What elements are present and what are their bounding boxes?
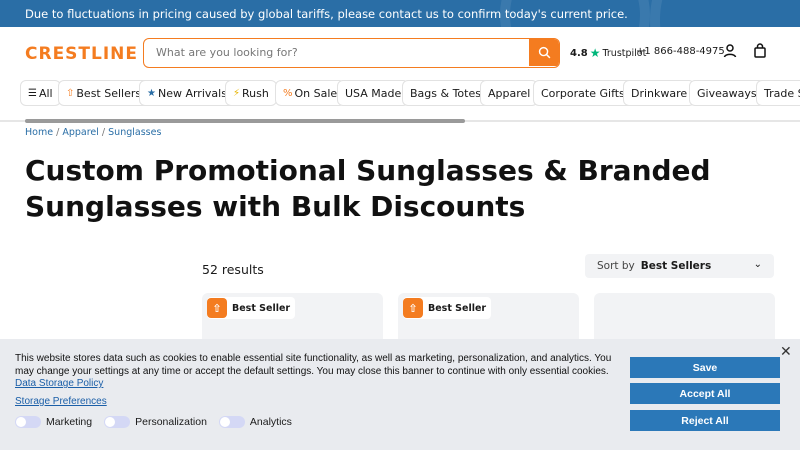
announcement-text: Due to fluctuations in pricing caused by… [25, 7, 628, 21]
personalization-toggle[interactable] [104, 416, 131, 428]
breadcrumb-current: Sunglasses [108, 127, 162, 138]
nav-label: Trade Sh [764, 86, 800, 100]
sort-value: Best Sellers [640, 260, 712, 272]
toggle-label: Analytics [249, 416, 292, 428]
nav-item-new-arrivals[interactable]: ★ New Arrivals [139, 80, 235, 106]
toggle-label: Marketing [46, 416, 93, 428]
sort-label: Sort by [597, 260, 635, 272]
close-icon[interactable]: ✕ [780, 344, 792, 360]
nav-item-trade-shows[interactable]: Trade Sh [756, 80, 800, 106]
save-button[interactable]: Save [630, 357, 780, 378]
reject-all-button[interactable]: Reject All [630, 410, 780, 431]
menu-icon: ☰ [28, 87, 37, 99]
badge-icon: ⇧ [403, 298, 423, 318]
phone-number[interactable]: +1 866-488-4975 [636, 46, 725, 57]
announcement-bar: Due to fluctuations in pricing caused by… [0, 0, 800, 27]
badge-label: Best Seller [232, 302, 291, 314]
category-nav: ☰ All ⇧ Best Sellers ★ New Arrivals ⚡ Rush %… [0, 80, 800, 108]
nav-item-rush[interactable]: ⚡ Rush [225, 80, 277, 106]
breadcrumb: Home / Apparel / Sunglasses [25, 127, 161, 138]
best-seller-badge: ⇧ Best Seller [207, 297, 296, 319]
decorative-ring [650, 0, 800, 27]
cart-icon[interactable] [752, 43, 768, 59]
nav-scrollbar[interactable] [25, 119, 465, 123]
nav-item-giveaways[interactable]: Giveaways [689, 80, 765, 106]
accept-all-button[interactable]: Accept All [630, 383, 780, 404]
cookie-text: This website stores data such as cookies… [15, 353, 612, 377]
nav-label: Bags & Totes [410, 86, 481, 100]
nav-item-corporate-gifts[interactable]: Corporate Gifts [533, 80, 633, 106]
toggle-label: Personalization [135, 416, 207, 428]
search-input[interactable] [144, 39, 530, 66]
nav-label: Giveaways [697, 86, 757, 100]
nav-label: New Arrivals [157, 86, 227, 100]
percent-icon: % [283, 87, 293, 99]
nav-label: Corporate Gifts [541, 86, 625, 100]
nav-label: Best Sellers [76, 86, 142, 100]
search-icon [538, 46, 550, 59]
badge-icon: ⇧ [66, 87, 75, 99]
chevron-down-icon: ⌄ [753, 259, 762, 270]
badge-icon: ⇧ [207, 298, 227, 318]
badge-label: Best Seller [428, 302, 487, 314]
account-icon[interactable] [722, 43, 738, 59]
nav-label: Drinkware [631, 86, 688, 100]
nav-label: USA Made [345, 86, 402, 100]
nav-label: On Sale [294, 86, 338, 100]
nav-label: Rush [242, 86, 269, 100]
trustpilot-rating[interactable]: 4.8 ★ Trustpilot [570, 46, 646, 60]
nav-item-best-sellers[interactable]: ⇧ Best Sellers [58, 80, 150, 106]
sort-dropdown[interactable]: Sort by Best Sellers ⌄ [585, 254, 774, 278]
cookie-toggles: Marketing Personalization Analytics [15, 416, 304, 428]
lightning-icon: ⚡ [233, 87, 241, 99]
nav-item-on-sale[interactable]: % On Sale [275, 80, 346, 106]
nav-item-bags-totes[interactable]: Bags & Totes [402, 80, 489, 106]
breadcrumb-apparel[interactable]: Apparel [62, 127, 99, 138]
best-seller-badge: ⇧ Best Seller [403, 297, 492, 319]
nav-item-drinkware[interactable]: Drinkware [623, 80, 696, 106]
cookie-banner: This website stores data such as cookies… [0, 339, 800, 450]
analytics-toggle[interactable] [218, 416, 245, 428]
trustpilot-star-icon: ★ [589, 46, 601, 60]
storage-preferences-link[interactable]: Storage Preferences [15, 396, 107, 407]
marketing-toggle[interactable] [15, 416, 41, 428]
search-button[interactable] [529, 39, 559, 66]
nav-label: All [38, 86, 53, 100]
site-header: CRESTLINE 4.8 ★ Trustpilot +1 866-488-49… [0, 27, 800, 77]
rating-value: 4.8 [570, 47, 588, 59]
search-bar [143, 38, 560, 68]
nav-item-apparel[interactable]: Apparel [480, 80, 539, 106]
star-icon: ★ [147, 87, 156, 99]
page-title: Custom Promotional Sunglasses & Branded … [25, 154, 711, 223]
logo[interactable]: CRESTLINE [25, 44, 138, 64]
nav-item-usa-made[interactable]: USA Made [337, 80, 410, 106]
data-storage-policy-link[interactable]: Data Storage Policy [15, 378, 103, 389]
nav-label: Apparel [488, 86, 531, 100]
results-count: 52 results [202, 262, 264, 277]
nav-item-all[interactable]: ☰ All [20, 80, 61, 106]
breadcrumb-home[interactable]: Home [25, 127, 53, 138]
